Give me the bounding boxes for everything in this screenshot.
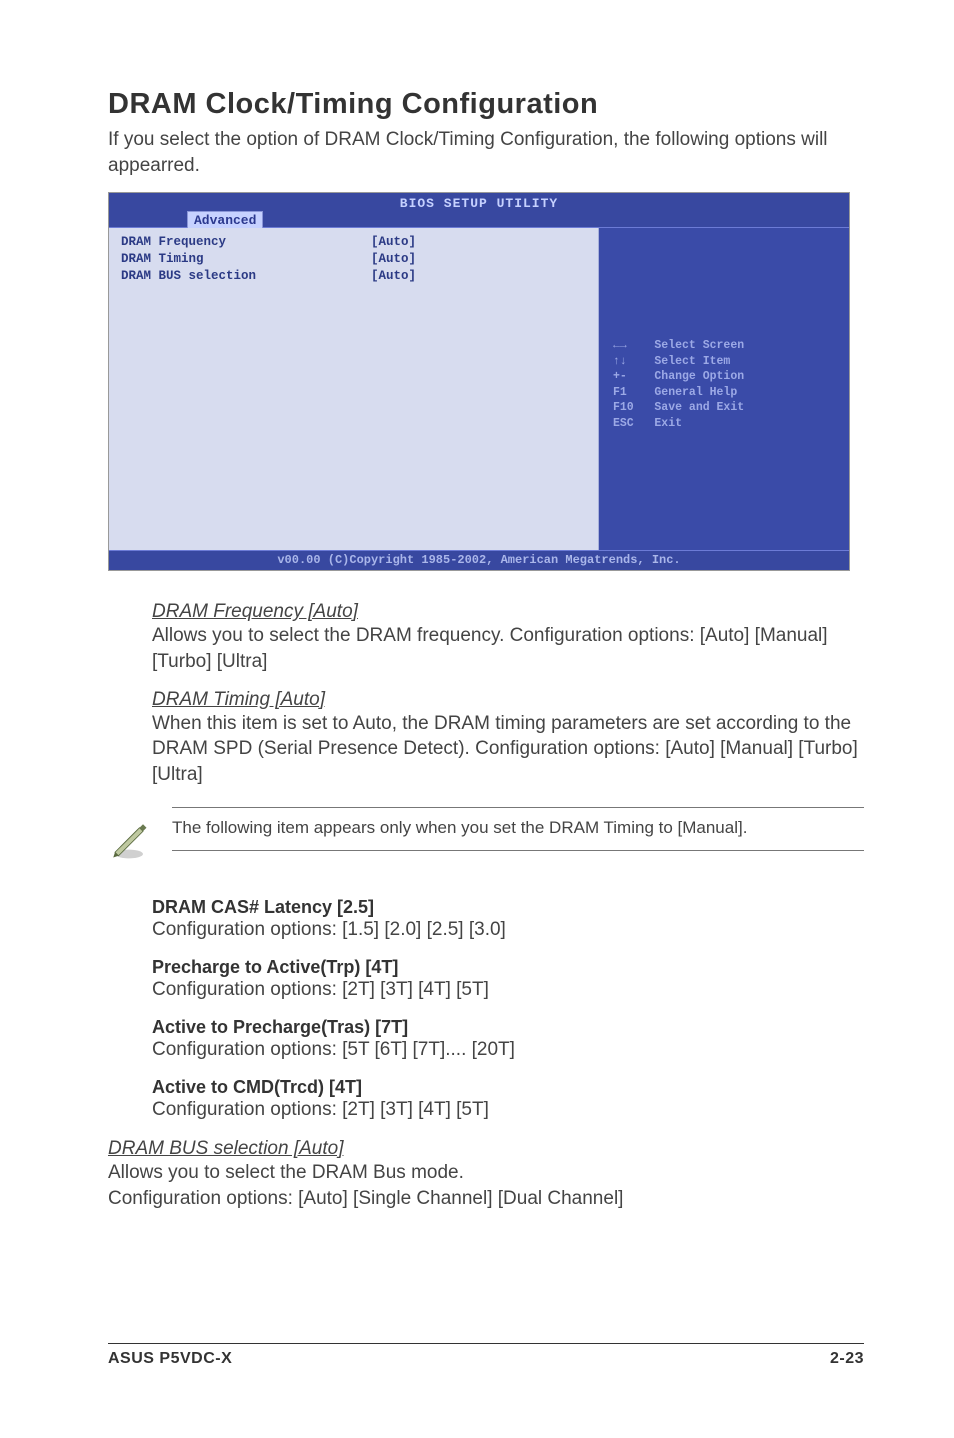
bios-row-label: DRAM Frequency [121, 234, 371, 251]
dram-timing-body: When this item is set to Auto, the DRAM … [152, 711, 864, 788]
opt-title: Precharge to Active(Trp) [4T] [152, 957, 864, 978]
opt-body: Configuration options: [2T] [3T] [4T] [5… [152, 1098, 864, 1123]
bios-row-value: [Auto] [371, 269, 416, 283]
intro-text: If you select the option of DRAM Clock/T… [108, 127, 864, 178]
note-pencil-icon [108, 819, 150, 861]
footer-left: ASUS P5VDC-X [108, 1350, 232, 1368]
bios-row-value: [Auto] [371, 235, 416, 249]
opt-body: Configuration options: [5T [6T] [7T]....… [152, 1038, 864, 1063]
opt-title: Active to CMD(Trcd) [4T] [152, 1077, 864, 1098]
note-box: The following item appears only when you… [172, 807, 864, 851]
dram-frequency-body: Allows you to select the DRAM frequency.… [152, 623, 864, 674]
bios-left-panel: DRAM Frequency[Auto] DRAM Timing[Auto] D… [109, 228, 599, 550]
bios-header-title: BIOS SETUP UTILITY [109, 196, 849, 211]
bios-row-value: [Auto] [371, 252, 416, 266]
page-footer: ASUS P5VDC-X 2-23 [108, 1343, 864, 1368]
dram-bus-body2: Configuration options: [Auto] [Single Ch… [108, 1186, 864, 1212]
opt-title: Active to Precharge(Tras) [7T] [152, 1017, 864, 1038]
bios-tab-advanced: Advanced [187, 211, 263, 228]
bios-row-label: DRAM BUS selection [121, 268, 371, 285]
bios-row-label: DRAM Timing [121, 251, 371, 268]
page-title: DRAM Clock/Timing Configuration [108, 88, 864, 121]
bios-screenshot: BIOS SETUP UTILITY Advanced DRAM Frequen… [108, 192, 850, 571]
dram-bus-body1: Allows you to select the DRAM Bus mode. [108, 1160, 864, 1186]
bios-footer: v00.00 (C)Copyright 1985-2002, American … [109, 550, 849, 570]
opt-body: Configuration options: [2T] [3T] [4T] [5… [152, 978, 864, 1003]
dram-bus-head: DRAM BUS selection [Auto] [108, 1138, 864, 1160]
opt-title: DRAM CAS# Latency [2.5] [152, 897, 864, 918]
opt-body: Configuration options: [1.5] [2.0] [2.5]… [152, 918, 864, 943]
bios-help-panel: ←→ Select Screen ↑↓ Select Item +- Chang… [599, 228, 849, 550]
footer-right: 2-23 [830, 1350, 864, 1368]
bios-header: BIOS SETUP UTILITY Advanced [109, 193, 849, 228]
dram-frequency-head: DRAM Frequency [Auto] [152, 601, 864, 623]
dram-timing-head: DRAM Timing [Auto] [152, 689, 864, 711]
